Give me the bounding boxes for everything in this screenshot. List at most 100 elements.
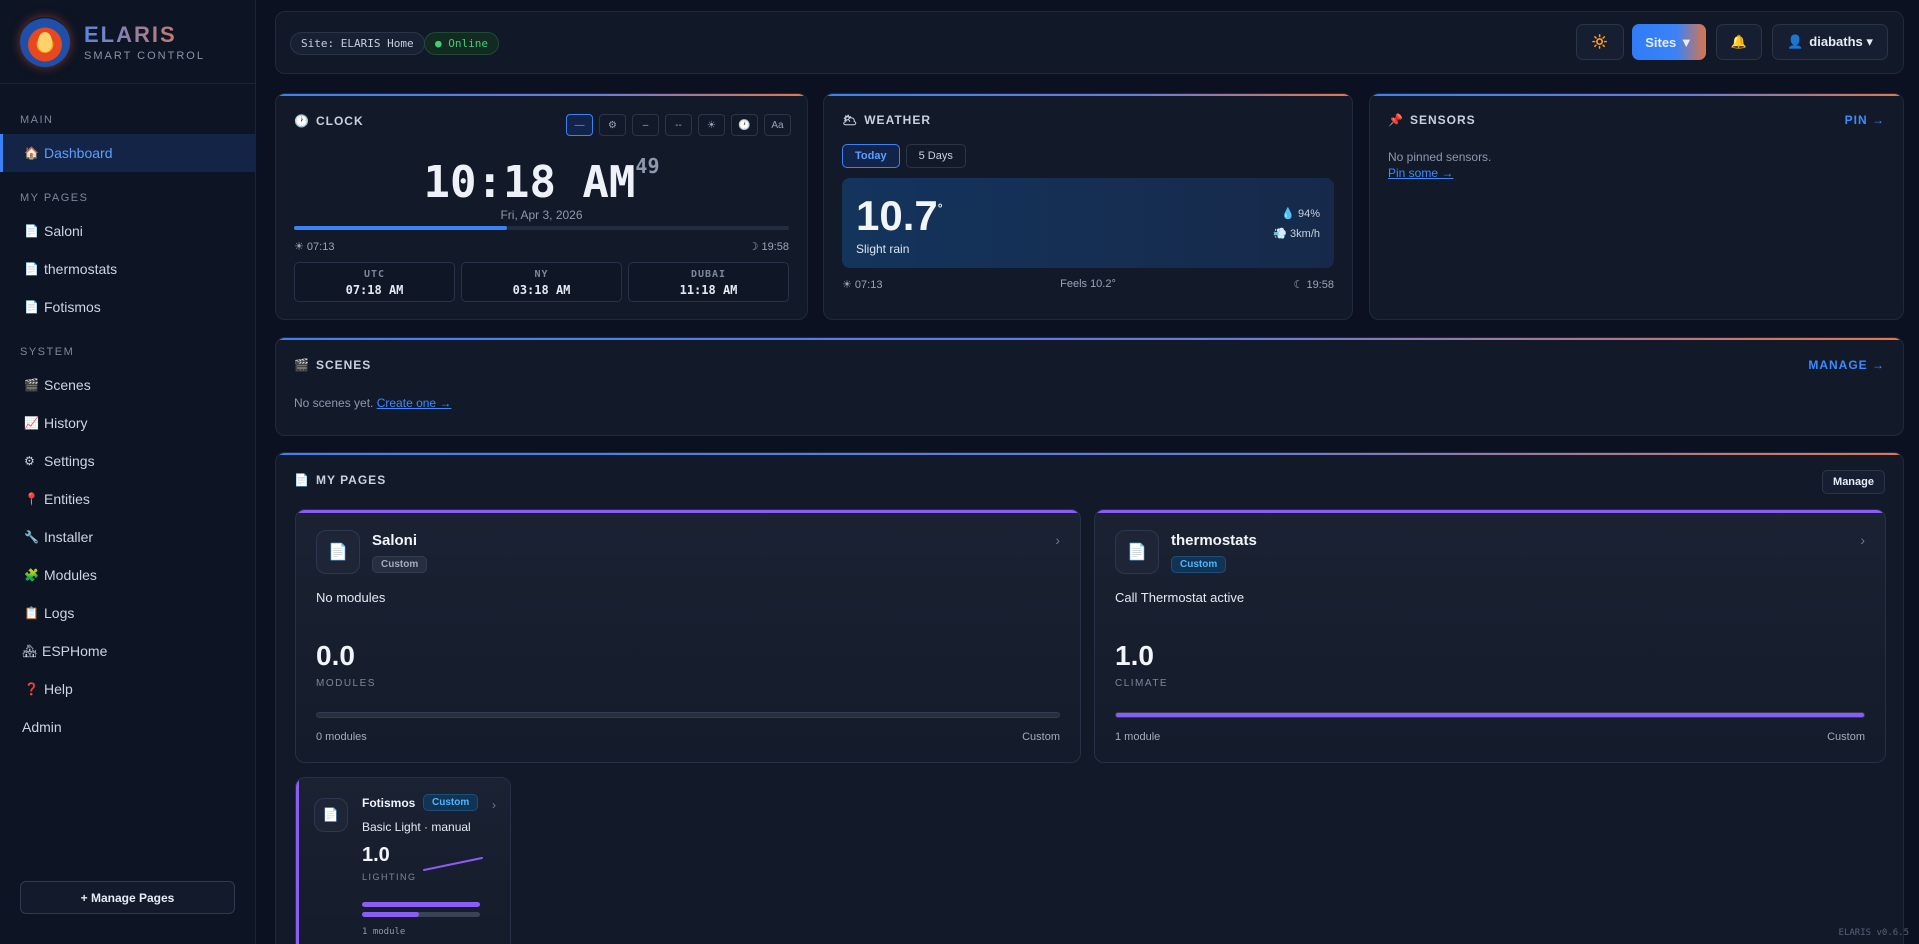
sites-button[interactable]: Sites ▼	[1632, 24, 1706, 60]
user-name: diabaths ▾	[1809, 34, 1873, 49]
weather-card: 🌥 WEATHER Today 5 Days 10.7° Slight rain …	[823, 93, 1353, 320]
sparkline-icon	[423, 857, 483, 871]
pin-some-link[interactable]: Pin some →	[1388, 165, 1491, 181]
sidebar-item-esphome[interactable]: 🏘 ESPHome	[0, 632, 255, 670]
page-icon: 📄	[314, 798, 348, 832]
clock-style-ddash-button[interactable]: --	[665, 114, 692, 136]
sidebar-item-installer[interactable]: 🔧 Installer	[0, 518, 255, 556]
sidebar-item-help[interactable]: ❓ Help	[0, 670, 255, 708]
nav-section-pages: MY PAGES	[20, 192, 89, 204]
weather-footer: ☀ 07:13 Feels 10.2° ☾ 19:58	[842, 278, 1334, 291]
tab-today[interactable]: Today	[842, 144, 900, 168]
clock-style-line-button[interactable]: —	[566, 114, 593, 136]
tab-5-days[interactable]: 5 Days	[905, 144, 966, 168]
humidity-value: 💧 94%	[1281, 208, 1320, 220]
chevron-right-icon: ›	[1860, 532, 1865, 548]
scenes-card: 🎬 SCENES MANAGE → No scenes yet. Create o…	[275, 337, 1904, 436]
user-menu-button[interactable]: 👤 diabaths ▾	[1772, 24, 1888, 60]
page-secondary-bar	[362, 912, 480, 917]
page-type-badge: Custom	[423, 794, 479, 811]
page-progress-bar	[316, 712, 1060, 718]
sidebar-item-label: History	[44, 415, 88, 431]
weather-stats: 💧 94% 💨 3km/h	[1273, 204, 1320, 244]
status-badge: ● Online	[424, 32, 499, 55]
weather-condition: Slight rain	[856, 242, 910, 256]
page-icon: 📄	[294, 473, 310, 487]
sidebar-item-admin[interactable]: Admin	[0, 708, 255, 746]
user-icon: 👤	[1787, 34, 1804, 49]
pin-sensors-link[interactable]: PIN →	[1845, 113, 1885, 127]
sidebar-item-label: thermostats	[44, 261, 118, 277]
clock-style-dash-button[interactable]: –	[632, 114, 659, 136]
theme-toggle-button[interactable]: 🔆	[1576, 24, 1624, 60]
nav-section-system: SYSTEM	[20, 346, 75, 358]
page-card-fotismos[interactable]: 📄 Fotismos Custom › Basic Light · manual…	[295, 777, 511, 944]
brand[interactable]: ELARIS SMART CONTROL	[0, 0, 255, 84]
page-name: Saloni	[372, 532, 418, 549]
page-type-badge: Custom	[1171, 556, 1227, 573]
wrench-icon: 🔧	[24, 530, 39, 544]
notifications-button[interactable]: 🔔	[1716, 24, 1762, 60]
chevron-right-icon: ›	[1055, 532, 1060, 548]
sidebar-item-entities[interactable]: 📍 Entities	[0, 480, 255, 518]
clock-style-dot-button[interactable]: ⚙	[599, 114, 626, 136]
card-title: 🕐 CLOCK	[294, 114, 364, 128]
brand-name: ELARIS	[84, 22, 205, 48]
site-chip[interactable]: Site: ELARIS Home	[290, 32, 425, 55]
sidebar-item-label: Installer	[44, 529, 94, 545]
scenes-empty-state: No scenes yet. Create one →	[294, 396, 452, 410]
page-icon: 📄	[316, 530, 360, 574]
page-footer: 0 modules Custom	[316, 731, 1060, 743]
clock-style-analog-button[interactable]: 🕐	[731, 114, 758, 136]
sidebar-item-fotismos[interactable]: 📄 Fotismos	[0, 288, 255, 326]
nav-section-main: MAIN	[20, 114, 54, 126]
page-card-saloni[interactable]: 📄 Saloni Custom › No modules 0.0 MODULES…	[295, 509, 1081, 763]
sidebar-item-label: Logs	[44, 605, 75, 621]
feels-like: Feels 10.2°	[1060, 278, 1116, 290]
sidebar-item-modules[interactable]: 🧩 Modules	[0, 556, 255, 594]
clock-style-sun-button[interactable]: ☀	[698, 114, 725, 136]
brand-subtitle: SMART CONTROL	[84, 49, 205, 62]
sensors-empty-state: No pinned sensors. Pin some →	[1388, 150, 1492, 181]
manage-scenes-link[interactable]: MANAGE →	[1808, 358, 1885, 372]
weather-temperature: 10.7°	[856, 192, 943, 239]
timezone-list: UTC 07:18 AM NY 03:18 AM DUBAI 11:18 AM	[294, 262, 789, 302]
logo-icon	[20, 16, 70, 67]
puzzle-icon: 🧩	[24, 568, 39, 582]
page-metric-value: 1.0	[1115, 640, 1154, 671]
sidebar-item-label: Fotismos	[44, 299, 101, 315]
sunset-time: ☾ 19:58	[1293, 279, 1334, 291]
chart-icon: 📈	[24, 416, 39, 430]
manage-pages-button[interactable]: + Manage Pages	[20, 881, 235, 914]
sidebar-item-label: Admin	[22, 719, 62, 735]
sidebar-item-thermostats[interactable]: 📄 thermostats	[0, 250, 255, 288]
sidebar-item-scenes[interactable]: 🎬 Scenes	[0, 366, 255, 404]
sunrise-time: ☀ 07:13	[294, 241, 335, 253]
sidebar-item-label: Entities	[44, 491, 90, 507]
page-card-thermostats[interactable]: 📄 thermostats Custom › Call Thermostat a…	[1094, 509, 1886, 763]
page-description: Call Thermostat active	[1115, 590, 1245, 605]
page-progress-bar	[1115, 712, 1865, 718]
page-icon: 📄	[24, 262, 39, 276]
page-icon: 📄	[24, 224, 39, 238]
sidebar-item-logs[interactable]: 📋 Logs	[0, 594, 255, 632]
clock-card: 🕐 CLOCK — ⚙ – -- ☀ 🕐 Aa 10:18 AM49 Fri, A…	[275, 93, 808, 320]
weather-tabs: Today 5 Days	[842, 144, 966, 168]
sidebar-item-settings[interactable]: ⚙ Settings	[0, 442, 255, 480]
sidebar-item-label: Help	[44, 681, 73, 697]
topbar: Site: ELARIS Home ● Online 🔆 Sites ▼ 🔔 👤…	[275, 11, 1904, 74]
sidebar-item-dashboard[interactable]: 🏠 Dashboard	[0, 134, 255, 172]
clock-time: 10:18 AM49	[423, 154, 660, 208]
manage-pages-link[interactable]: Manage	[1822, 470, 1885, 494]
page-footer: 1 module Custom	[1115, 731, 1865, 743]
sidebar-item-history[interactable]: 📈 History	[0, 404, 255, 442]
bell-icon: 🔔	[1730, 34, 1748, 49]
page-progress-bar	[362, 902, 480, 907]
clock-font-button[interactable]: Aa	[764, 114, 791, 136]
page-metric-value: 1.0	[362, 844, 390, 866]
page-name: Fotismos	[362, 796, 416, 810]
wind-value: 💨 3km/h	[1273, 228, 1320, 240]
sidebar-item-saloni[interactable]: 📄 Saloni	[0, 212, 255, 250]
sidebar-item-label: Modules	[44, 567, 97, 583]
create-scene-link[interactable]: Create one →	[377, 396, 452, 410]
